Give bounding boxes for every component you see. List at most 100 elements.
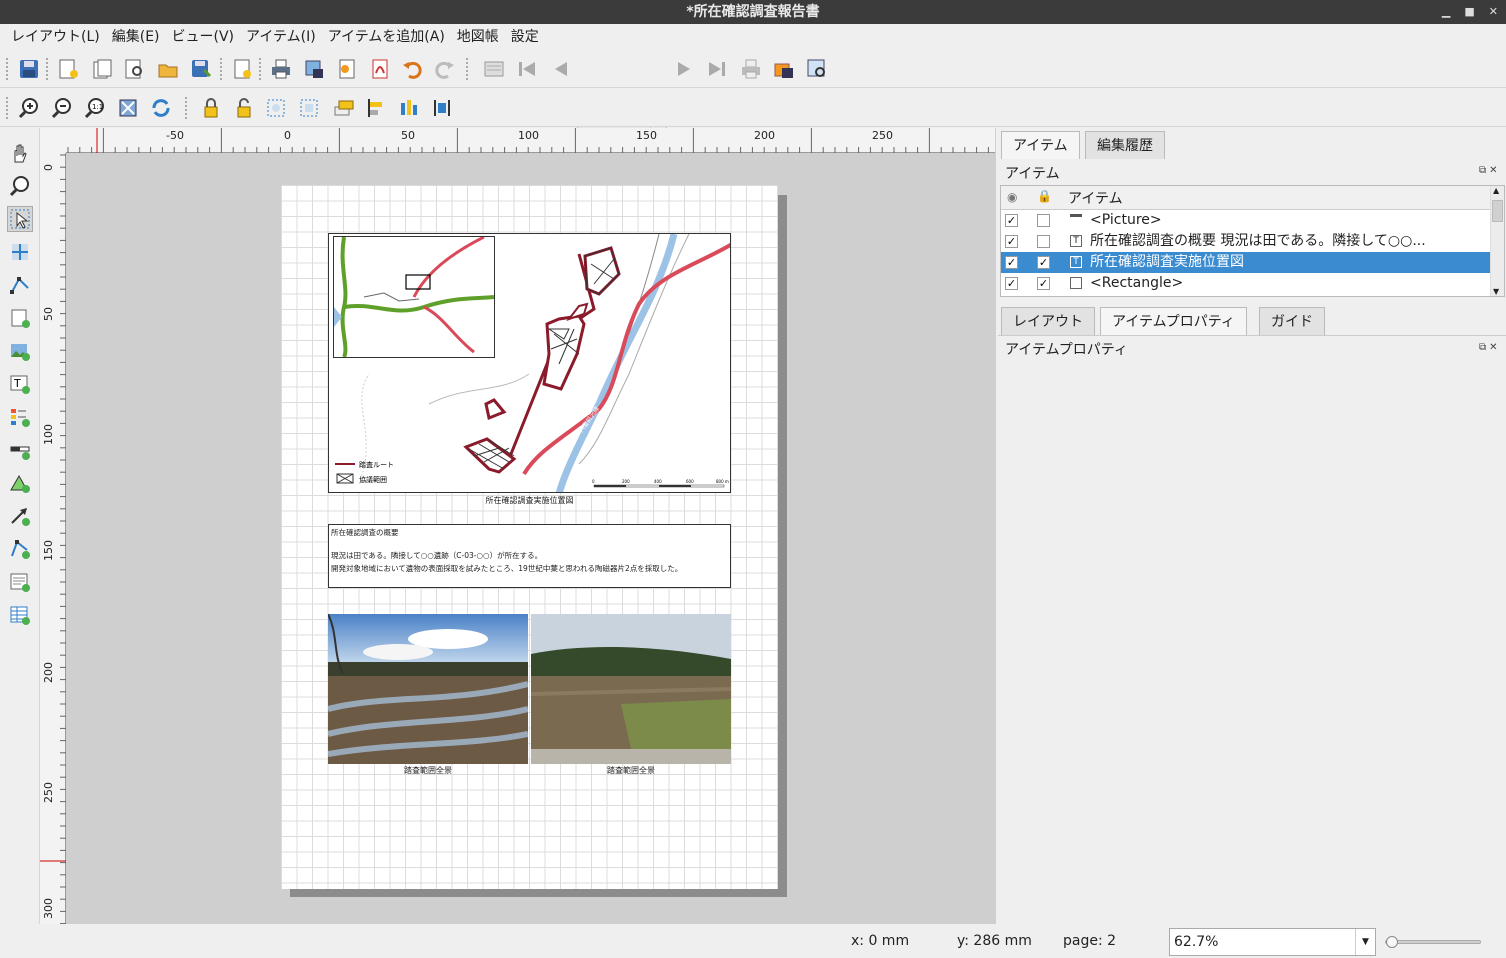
last-feature-icon[interactable] (704, 56, 730, 82)
refresh-icon[interactable] (148, 95, 174, 121)
resize-items-icon[interactable] (429, 95, 455, 121)
export-svg-icon[interactable] (334, 56, 360, 82)
menu-items[interactable]: アイテム(I) (240, 24, 322, 50)
new-layout-icon[interactable] (55, 56, 81, 82)
unlock-items-icon[interactable] (230, 95, 256, 121)
add-legend-icon[interactable] (7, 404, 33, 430)
horizontal-ruler[interactable]: -50 0 50 100 150 200 250 (66, 128, 995, 153)
zoom-actual-icon[interactable]: 1:1 (82, 95, 108, 121)
pan-icon[interactable] (7, 140, 33, 166)
menu-layout[interactable]: レイアウト(L) (5, 24, 106, 50)
lock-icon[interactable]: 🔒 (1037, 189, 1052, 203)
add-map-icon[interactable] (7, 305, 33, 331)
minimize-icon[interactable]: ▁ (1442, 0, 1450, 24)
distribute-items-icon[interactable] (396, 95, 422, 121)
move-content-icon[interactable] (7, 239, 33, 265)
items-scrollbar[interactable]: ▲ ▼ (1490, 186, 1504, 296)
first-feature-icon[interactable] (514, 56, 540, 82)
layout-page[interactable]: 踏査ルート 協議範囲 八雲前沢線 0 200 400 600 800 m 所在確… (281, 185, 778, 889)
raise-items-icon[interactable] (330, 95, 356, 121)
zoom-out-icon[interactable] (49, 95, 75, 121)
add-shape-icon[interactable] (7, 470, 33, 496)
scroll-down-icon[interactable]: ▼ (1493, 287, 1499, 296)
layout-manager-icon[interactable] (121, 56, 147, 82)
export-atlas-icon[interactable] (771, 56, 797, 82)
align-items-icon[interactable] (363, 95, 389, 121)
zoom-slider[interactable] (1385, 936, 1481, 948)
atlas-settings-icon[interactable] (804, 56, 830, 82)
zoom-in-icon[interactable] (16, 95, 42, 121)
tab-undo-history[interactable]: 編集履歴 (1085, 131, 1165, 159)
print-atlas-icon[interactable] (738, 56, 764, 82)
dock-float-close-icon[interactable]: ⧉✕ (1479, 342, 1501, 353)
photo-1-caption[interactable]: 踏査範囲全景 (328, 765, 528, 776)
close-icon[interactable]: ✕ (1489, 0, 1498, 24)
menu-view[interactable]: ビュー(V) (166, 24, 241, 50)
zoom-tool-icon[interactable] (7, 173, 33, 199)
item-row-picture[interactable]: ✓ <Picture> (1001, 210, 1491, 231)
export-pdf-icon[interactable] (367, 56, 393, 82)
menu-atlas[interactable]: 地図帳 (451, 24, 505, 50)
photo-1[interactable] (327, 613, 529, 764)
chevron-down-icon[interactable]: ▼ (1355, 929, 1375, 955)
add-scalebar-icon[interactable] (7, 437, 33, 463)
open-template-icon[interactable] (155, 56, 181, 82)
window-title-text: *所在確認調査報告書 (686, 4, 820, 20)
maximize-icon[interactable]: ■ (1464, 0, 1474, 24)
lock-items-icon[interactable] (197, 95, 223, 121)
scroll-up-icon[interactable]: ▲ (1493, 186, 1499, 195)
visible-checkbox[interactable]: ✓ (1005, 214, 1018, 227)
eye-icon[interactable]: ◉ (1007, 190, 1017, 204)
map-item[interactable]: 踏査ルート 協議範囲 八雲前沢線 0 200 400 600 800 m (328, 233, 731, 493)
photo-2[interactable] (530, 614, 732, 764)
zoom-full-icon[interactable] (115, 95, 141, 121)
menu-add-item[interactable]: アイテムを追加(A) (322, 24, 451, 50)
lock-checkbox[interactable]: ✓ (1037, 277, 1050, 290)
add-table-icon[interactable] (7, 602, 33, 628)
vertical-ruler[interactable]: 0 50 100 150 200 250 300 (40, 153, 66, 924)
add-node-item-icon[interactable] (7, 536, 33, 562)
save-icon[interactable] (16, 56, 42, 82)
redo-icon[interactable] (432, 56, 458, 82)
lock-checkbox[interactable] (1037, 235, 1050, 248)
add-arrow-icon[interactable] (7, 503, 33, 529)
print-icon[interactable] (268, 56, 294, 82)
tab-items[interactable]: アイテム (1001, 131, 1080, 159)
dock-float-close-icon[interactable]: ⧉✕ (1479, 165, 1501, 176)
item-row-summary-label[interactable]: ✓ T 所在確認調査の概要 現況は田である。隣接して○○... (1001, 231, 1491, 252)
save-template-icon[interactable] (188, 56, 214, 82)
add-html-icon[interactable] (7, 569, 33, 595)
photo-2-caption[interactable]: 踏査範囲全景 (531, 765, 731, 776)
summary-text-box[interactable]: 所在確認調査の概要 現況は田である。隣接して○○遺跡（C-03-○○）が所在する… (328, 524, 731, 588)
item-row-rectangle[interactable]: ✓ ✓ <Rectangle> (1001, 273, 1491, 294)
next-feature-icon[interactable] (671, 56, 697, 82)
ungroup-items-icon[interactable] (296, 95, 322, 121)
menu-edit[interactable]: 編集(E) (106, 24, 166, 50)
visible-checkbox[interactable]: ✓ (1005, 256, 1018, 269)
previous-feature-icon[interactable] (548, 56, 574, 82)
visible-checkbox[interactable]: ✓ (1005, 235, 1018, 248)
map-caption[interactable]: 所在確認調査実施位置図 (328, 495, 731, 506)
lock-checkbox[interactable]: ✓ (1037, 256, 1050, 269)
atlas-preview-icon[interactable] (481, 56, 507, 82)
add-label-icon[interactable]: T (7, 371, 33, 397)
scrollbar-handle[interactable] (1492, 200, 1503, 222)
lock-checkbox[interactable] (1037, 214, 1050, 227)
inset-map[interactable] (333, 235, 495, 358)
export-image-icon[interactable] (301, 56, 327, 82)
zoom-combobox[interactable]: 62.7% ▼ (1169, 928, 1376, 956)
add-page-icon[interactable] (229, 56, 255, 82)
group-items-icon[interactable] (263, 95, 289, 121)
duplicate-layout-icon[interactable] (89, 56, 115, 82)
visible-checkbox[interactable]: ✓ (1005, 277, 1018, 290)
add-picture-icon[interactable] (7, 338, 33, 364)
tab-guides[interactable]: ガイド (1259, 307, 1325, 335)
item-row-caption-label[interactable]: ✓ ✓ T 所在確認調査実施位置図 (1001, 252, 1491, 273)
tab-item-properties[interactable]: アイテムプロパティ (1100, 307, 1247, 335)
undo-icon[interactable] (399, 56, 425, 82)
menu-settings[interactable]: 設定 (505, 24, 545, 50)
select-tool-icon[interactable] (7, 206, 33, 232)
zoom-slider-handle[interactable] (1386, 936, 1398, 948)
tab-layout[interactable]: レイアウト (1001, 307, 1095, 335)
edit-nodes-icon[interactable] (7, 272, 33, 298)
